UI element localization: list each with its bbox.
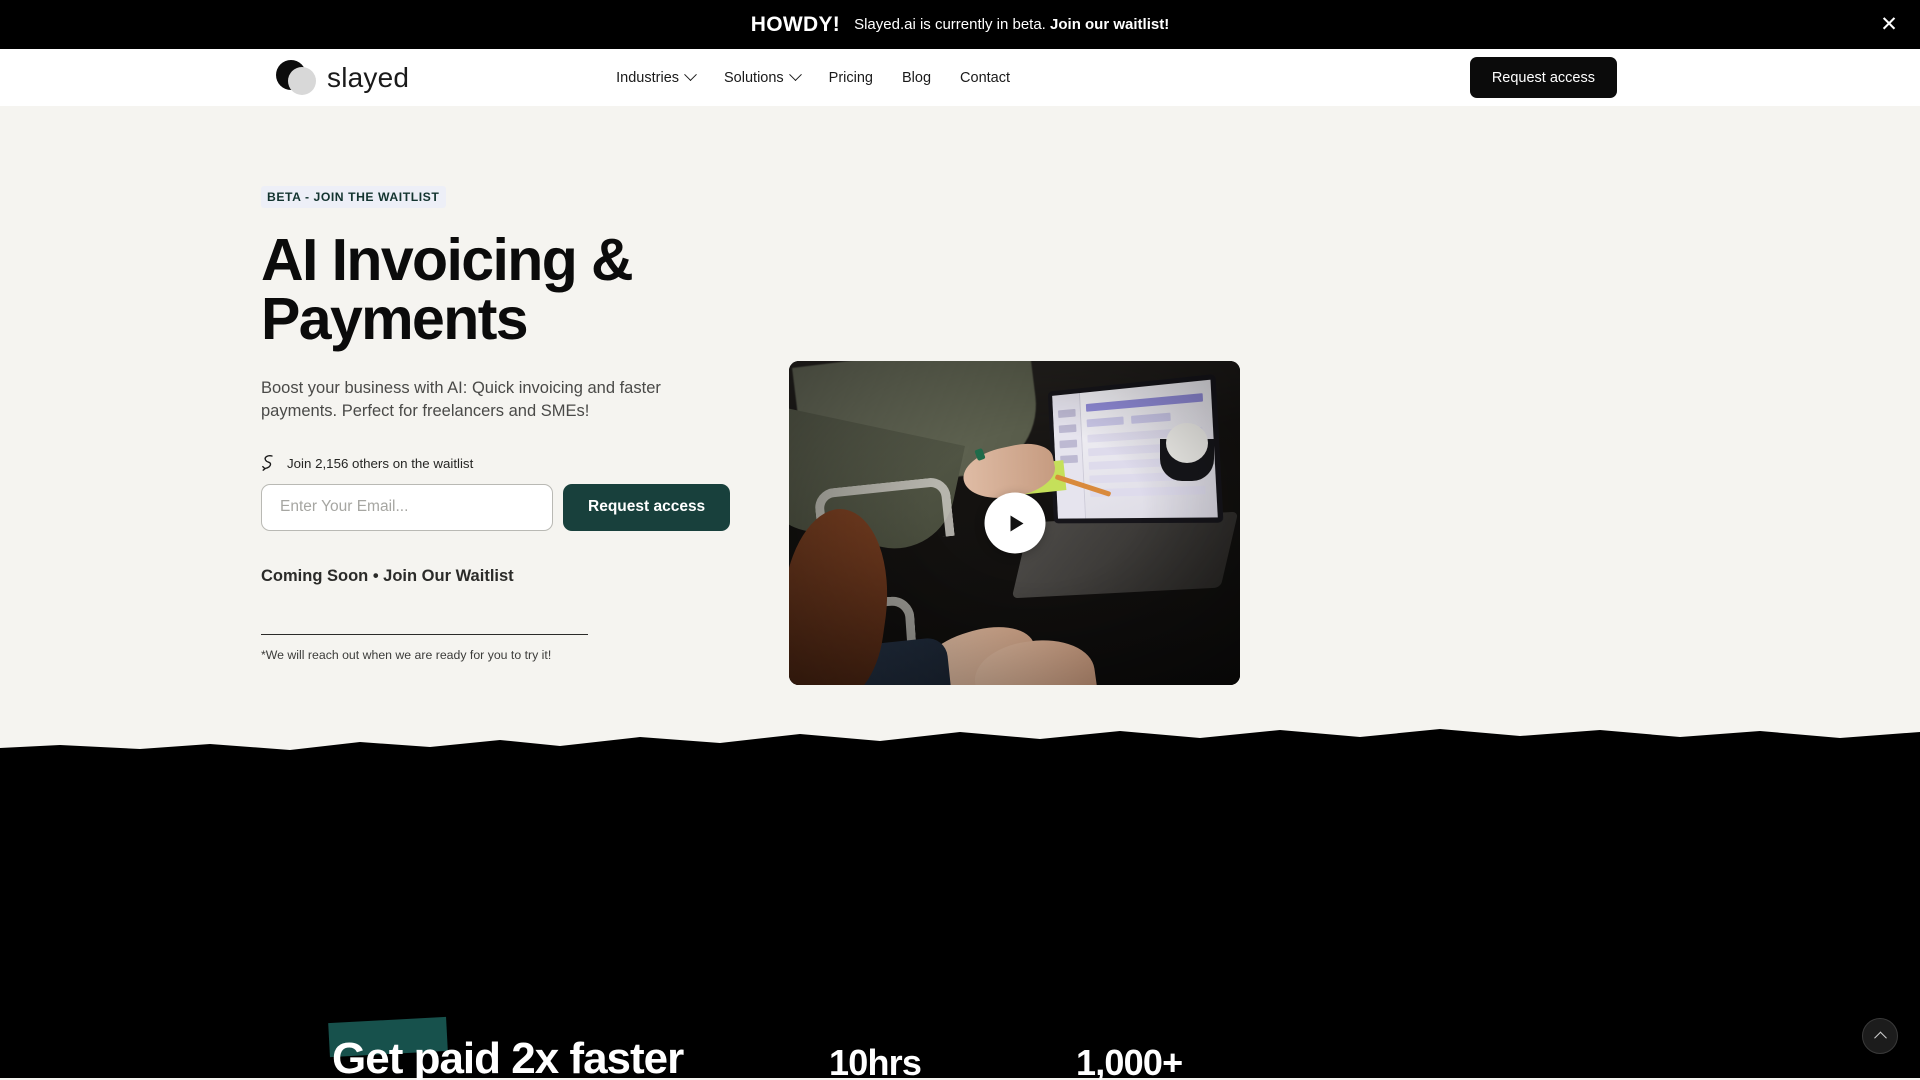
email-field[interactable] — [261, 483, 553, 531]
chevron-down-icon — [684, 68, 697, 82]
hero-request-access-button[interactable]: Request access — [563, 483, 731, 531]
site-header: slayed Industries Solutions Pricing Blog… — [0, 49, 1920, 106]
nav-item-contact[interactable]: Contact — [960, 70, 1010, 86]
hero-subtitle: Boost your business with AI: Quick invoi… — [261, 377, 711, 424]
logo-mark-icon — [276, 59, 318, 96]
waitlist-form: Request access — [261, 483, 731, 531]
hero-section: BETA - JOIN THE WAITLIST AI Invoicing & … — [0, 106, 1920, 752]
stat-item-1: 10hrs — [829, 1042, 922, 1080]
stat-value-2: 1,000+ — [1076, 1042, 1183, 1080]
announcement-waitlist-link[interactable]: Join our waitlist! — [1050, 16, 1169, 33]
play-icon[interactable] — [984, 492, 1045, 554]
nav-item-industries[interactable]: Industries — [616, 68, 697, 86]
beta-badge: BETA - JOIN THE WAITLIST — [261, 186, 447, 208]
hero-title-line1: AI Invoicing & — [261, 227, 634, 293]
stats-headline: Get paid 2x faster — [332, 1034, 684, 1080]
hero-content: BETA - JOIN THE WAITLIST AI Invoicing & … — [261, 185, 731, 685]
footnote: *We will reach out when we are ready for… — [261, 647, 552, 662]
stat-value-1: 10hrs — [829, 1042, 922, 1080]
announcement-bar: HOWDY! Slayed.ai is currently in beta. J… — [0, 0, 1920, 49]
nav-item-pricing[interactable]: Pricing — [829, 70, 873, 86]
header-request-access-button[interactable]: Request access — [1469, 57, 1617, 98]
page-title: AI Invoicing & Payments — [261, 231, 731, 349]
stat-item-2: 1,000+ — [1076, 1042, 1183, 1080]
stats-section: Get paid 2x faster 10hrs 1,000+ — [0, 729, 1920, 1080]
logo-text: slayed — [327, 61, 410, 93]
primary-nav: Industries Solutions Pricing Blog Contac… — [616, 68, 1010, 86]
announcement-howdy: HOWDY! — [750, 12, 841, 36]
hero-subtitle-line2: Perfect for freelancers and SMEs! — [341, 402, 590, 421]
waitlist-counter-text: Join 2,156 others on the waitlist — [287, 455, 474, 471]
nav-label-pricing: Pricing — [828, 69, 873, 86]
nav-label-blog: Blog — [902, 69, 932, 86]
hero-title-line2: Payments — [261, 286, 529, 352]
nav-label-solutions: Solutions — [724, 69, 784, 86]
close-icon[interactable]: ✕ — [1876, 12, 1902, 38]
announcement-message-text: Slayed.ai is currently in beta. — [854, 16, 1051, 33]
hero-video-thumbnail[interactable] — [789, 361, 1240, 685]
waitlist-counter: Join 2,156 others on the waitlist — [261, 452, 731, 471]
nav-item-solutions[interactable]: Solutions — [724, 68, 802, 86]
nav-label-industries: Industries — [616, 69, 680, 86]
scroll-to-top-button[interactable] — [1862, 1018, 1898, 1054]
divider — [261, 633, 588, 635]
logo[interactable]: slayed — [276, 59, 410, 96]
coming-soon-text: Coming Soon • Join Our Waitlist — [261, 566, 514, 585]
nav-item-blog[interactable]: Blog — [902, 70, 931, 86]
chevron-down-icon — [788, 68, 802, 82]
announcement-message: Slayed.ai is currently in beta. Join our… — [854, 16, 1169, 33]
squiggly-arrow-icon — [262, 454, 273, 471]
nav-label-contact: Contact — [960, 69, 1011, 86]
chevron-up-icon — [1873, 1031, 1887, 1044]
